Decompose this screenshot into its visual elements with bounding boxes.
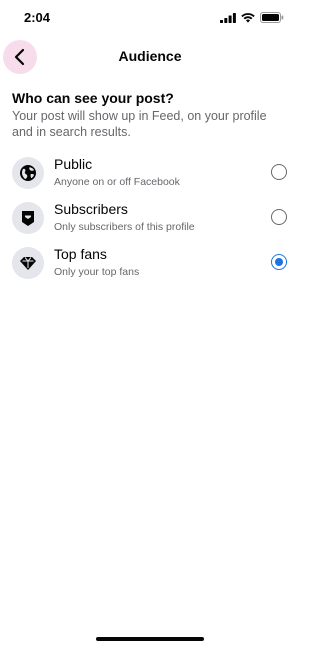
option-icon bbox=[12, 247, 44, 279]
option-title: Public bbox=[54, 156, 93, 172]
status-time: 2:04 bbox=[24, 10, 51, 25]
option-icon bbox=[12, 157, 44, 189]
audience-option-list: Public Anyone on or off Facebook Subscri… bbox=[0, 150, 300, 285]
page-title: Audience bbox=[118, 48, 182, 64]
radio-public[interactable] bbox=[271, 164, 287, 180]
status-bar: 2:04 bbox=[0, 0, 300, 36]
option-title: Subscribers bbox=[54, 201, 128, 217]
subscribers-badge-icon bbox=[22, 211, 34, 226]
signal-icon bbox=[220, 12, 236, 23]
option-public[interactable]: Public Anyone on or off Facebook bbox=[0, 150, 300, 195]
audience-description: Your post will show up in Feed, on your … bbox=[12, 109, 267, 139]
option-title: Top fans bbox=[54, 246, 107, 262]
radio-top-fans[interactable] bbox=[271, 254, 287, 270]
radio-subscribers[interactable] bbox=[271, 209, 287, 225]
status-icons bbox=[220, 12, 284, 23]
option-icon bbox=[12, 202, 44, 234]
home-indicator[interactable] bbox=[96, 637, 204, 641]
option-subtitle: Anyone on or off Facebook bbox=[54, 176, 180, 188]
option-subscribers[interactable]: Subscribers Only subscribers of this pro… bbox=[0, 195, 300, 240]
diamond-icon bbox=[20, 257, 36, 270]
option-top-fans[interactable]: Top fans Only your top fans bbox=[0, 240, 300, 285]
header: Audience bbox=[0, 36, 300, 78]
battery-icon bbox=[260, 12, 284, 23]
wifi-icon bbox=[241, 12, 255, 23]
option-subtitle: Only your top fans bbox=[54, 266, 140, 278]
globe-icon bbox=[20, 165, 36, 181]
option-subtitle: Only subscribers of this profile bbox=[54, 221, 195, 233]
audience-question: Who can see your post? bbox=[12, 90, 174, 106]
